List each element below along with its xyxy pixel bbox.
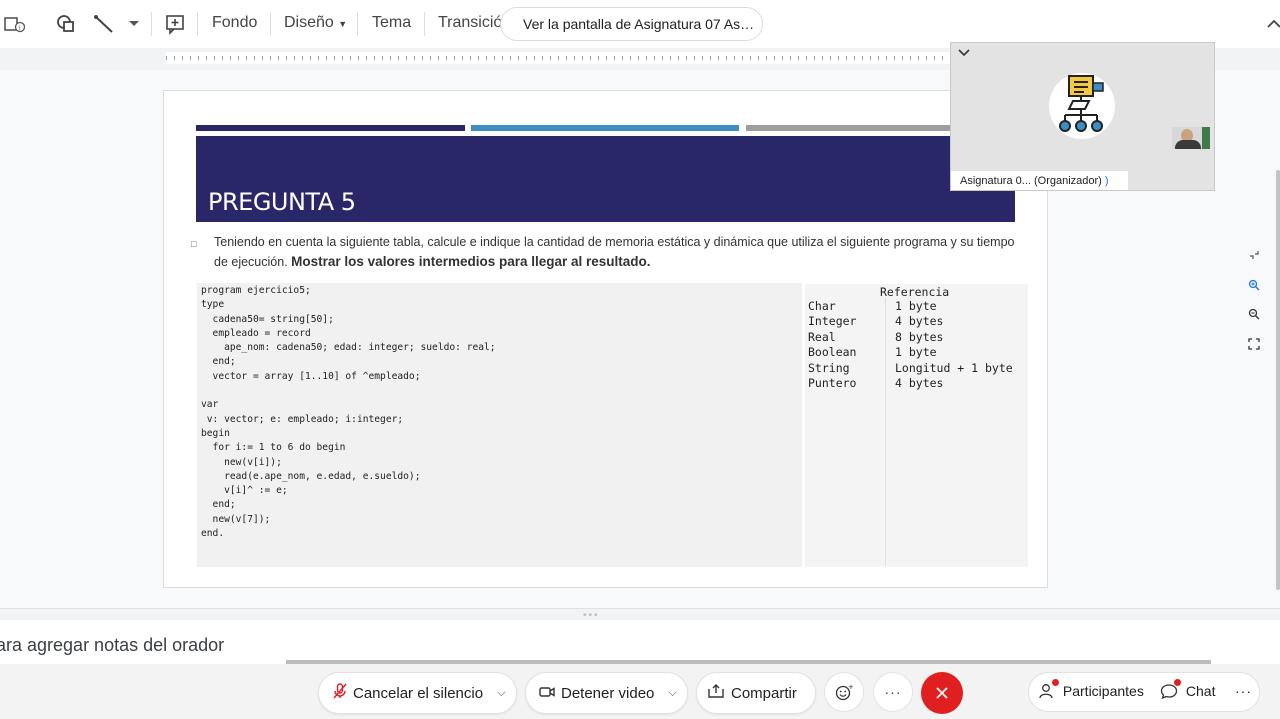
unmute-label: Cancelar el silencio: [353, 684, 484, 702]
reference-size: Longitud + 1 byte: [895, 361, 1013, 375]
reference-type: Char: [808, 299, 836, 313]
reference-size: 4 bytes: [895, 376, 944, 390]
share-label: Compartir: [731, 684, 797, 702]
more-options-button[interactable]: ···: [873, 672, 913, 712]
line-dropdown-chevron-icon[interactable]: [122, 12, 146, 36]
reference-title: Referencia: [880, 285, 950, 299]
participants-label: Participantes: [1062, 683, 1144, 700]
stop-video-button[interactable]: Detener video ⌵: [525, 672, 688, 714]
stop-video-label: Detener video: [561, 684, 655, 702]
reference-size: 8 bytes: [895, 330, 944, 344]
collapse-toolbar-icon[interactable]: [1262, 12, 1280, 36]
accent-bar-gray: [746, 125, 951, 131]
chat-bubble-icon: [1160, 683, 1182, 702]
layout-dropdown-icon: ▼: [338, 19, 348, 29]
reference-type: String: [808, 361, 850, 375]
reference-size: 1 byte: [895, 299, 937, 313]
accent-bar-navy: [196, 125, 465, 131]
video-camera-icon: [539, 685, 561, 702]
zoom-out-icon[interactable]: [1243, 303, 1265, 325]
speaker-notes-placeholder: ara agregar notas del orador: [0, 635, 225, 655]
add-comment-icon[interactable]: [163, 12, 187, 36]
collapse-view-icon[interactable]: [1243, 244, 1265, 266]
smiley-icon: +: [835, 683, 853, 701]
toolbar-divider: [424, 12, 425, 36]
reference-column-divider: [885, 298, 886, 566]
share-button[interactable]: Compartir: [696, 672, 816, 714]
reference-size: 1 byte: [895, 345, 937, 359]
video-label-text: Asignatura 0... (Organizador): [960, 175, 1102, 187]
reference-type: Real: [808, 330, 836, 344]
share-screen-icon: [708, 684, 731, 702]
chat-label: Chat: [1185, 683, 1216, 700]
layout-button[interactable]: Diseño ▼: [284, 14, 347, 32]
organizer-avatar: [1049, 73, 1115, 139]
svg-text:+: +: [848, 683, 853, 691]
horizontal-ruler: [166, 52, 956, 64]
participants-notification-dot: [1052, 679, 1059, 686]
zoom-in-icon[interactable]: [1243, 274, 1265, 296]
bullet-marker: □: [191, 239, 197, 249]
layout-button-label: Diseño: [284, 14, 334, 31]
toolbar-divider: [270, 12, 271, 36]
leave-meeting-button[interactable]: [921, 672, 963, 714]
question-emphasis: Mostrar los valores intermedios para lle…: [291, 254, 651, 269]
image-options-icon[interactable]: i: [2, 12, 26, 36]
video-options-chevron-icon[interactable]: ⌵: [668, 687, 676, 700]
reference-size: 4 bytes: [895, 314, 944, 328]
more-panels-button[interactable]: ···: [1235, 683, 1252, 699]
video-participant-label: Asignatura 0... (Organizador) ): [951, 171, 1128, 190]
shapes-icon[interactable]: [54, 12, 78, 36]
reference-type: Puntero: [808, 376, 857, 390]
line-tool-icon[interactable]: [92, 12, 116, 36]
slide-title: PREGUNTA 5: [208, 188, 356, 216]
chat-notification-dot: [1174, 679, 1181, 686]
background-button[interactable]: Fondo: [212, 14, 257, 32]
unmute-button[interactable]: Cancelar el silencio ⌵: [318, 672, 517, 714]
reactions-button[interactable]: +: [824, 672, 864, 712]
fit-to-screen-icon[interactable]: [1243, 333, 1265, 355]
self-view-thumbnail[interactable]: [1172, 127, 1210, 149]
chat-button[interactable]: Chat: [1160, 683, 1215, 702]
screen-share-notice[interactable]: Ver la pantalla de Asignatura 07 As…: [500, 7, 763, 41]
hierarchy-diagram-icon: [1059, 75, 1104, 132]
muted-mic-icon: [333, 683, 353, 703]
reference-type: Integer: [808, 314, 857, 328]
toolbar-divider: [197, 12, 198, 36]
reference-type: Boolean: [808, 345, 857, 359]
pascal-code: program ejercicio5; type cadena50= strin…: [201, 285, 496, 540]
toolbar-divider: [151, 12, 152, 36]
unmute-options-chevron-icon[interactable]: ⌵: [497, 687, 505, 700]
vertical-scrollbar[interactable]: [1276, 170, 1280, 590]
notes-resize-handle[interactable]: [0, 608, 1280, 620]
close-icon: [936, 687, 948, 699]
toolbar-divider: [357, 12, 358, 36]
collapse-video-chevron-icon[interactable]: [958, 46, 970, 60]
theme-button[interactable]: Tema: [372, 14, 411, 32]
audio-indicator-icon: ): [1104, 175, 1109, 187]
question-text: Teniendo en cuenta la siguiente tabla, c…: [214, 233, 1026, 272]
accent-bar-blue: [471, 125, 739, 131]
